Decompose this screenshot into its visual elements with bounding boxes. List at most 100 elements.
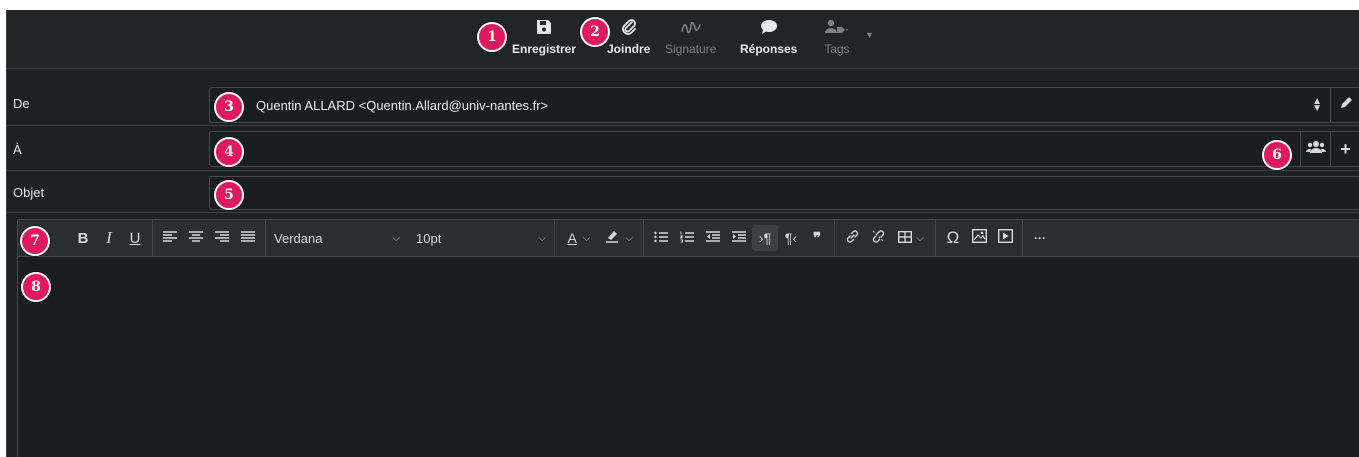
align-group	[153, 220, 266, 256]
callout-marker-7: 7	[20, 226, 50, 256]
align-left-button[interactable]	[157, 225, 183, 251]
highlighter-icon	[605, 229, 619, 247]
special-char-button[interactable]: Ω	[940, 225, 966, 251]
align-justify-button[interactable]	[235, 225, 261, 251]
callout-marker-6: 6	[1262, 140, 1292, 170]
signature-button[interactable]: Signature	[665, 16, 716, 64]
insert-link-button[interactable]	[839, 225, 865, 251]
ltr-direction-icon: ›¶	[758, 230, 772, 246]
font-family-select[interactable]: Verdana ⌵	[266, 225, 408, 251]
compose-toolbar: Enregistrer Joindre Signature Réponses T…	[7, 10, 1359, 69]
blockquote-button[interactable]: ❞	[804, 225, 830, 251]
tags-dropdown-chevron-icon[interactable]: ▼	[865, 30, 874, 40]
font-family-value: Verdana	[274, 230, 323, 246]
to-label: À	[13, 142, 22, 157]
highlight-color-button[interactable]: ⌵	[599, 225, 639, 251]
select-arrows-icon: ▲ ▼	[1312, 96, 1322, 114]
attach-button[interactable]: Joindre	[607, 16, 650, 64]
tags-button[interactable]: Tags	[824, 16, 850, 64]
floppy-disk-icon	[536, 16, 552, 38]
text-color-button[interactable]: A ⌵	[559, 225, 599, 251]
insert-group: Ω	[936, 220, 1023, 256]
callout-marker-5: 5	[214, 180, 244, 210]
more-group: ···	[1023, 220, 1057, 256]
insert-media-button[interactable]	[992, 225, 1018, 251]
numbered-list-button[interactable]	[674, 225, 700, 251]
indent-button[interactable]	[726, 225, 752, 251]
responses-button[interactable]: Réponses	[740, 16, 797, 64]
user-tag-icon	[824, 16, 850, 38]
speech-bubble-icon	[760, 16, 778, 38]
chevron-down-icon: ⌵	[916, 232, 924, 244]
from-value: Quentin ALLARD <Quentin.Allard@univ-nant…	[256, 98, 549, 113]
text-color-icon: A	[567, 230, 577, 246]
callout-marker-1: 1	[477, 22, 507, 52]
align-right-icon	[215, 230, 229, 247]
plus-icon: +	[1340, 138, 1351, 159]
callout-marker-8: 8	[21, 272, 51, 302]
subject-row: Objet	[7, 171, 1359, 213]
align-left-icon	[163, 230, 177, 247]
chevron-down-icon: ⌵	[582, 232, 591, 244]
image-icon	[971, 228, 987, 247]
chevron-down-icon: ⌵	[538, 232, 546, 244]
underline-button[interactable]: U	[122, 225, 148, 251]
address-book-button[interactable]	[1300, 132, 1330, 166]
bullet-list-button[interactable]	[648, 225, 674, 251]
editor-toolbar: B I U Verdana ⌵ 10pt ⌵ A ⌵ ⌵ ›¶ ¶‹ ❞ ⌵ Ω…	[17, 219, 1359, 256]
outdent-icon	[706, 230, 720, 247]
chevron-down-icon: ⌵	[625, 232, 633, 244]
link-group: ⌵	[835, 220, 936, 256]
tags-label: Tags	[824, 42, 850, 56]
table-icon	[898, 230, 913, 247]
add-header-button[interactable]: +	[1330, 132, 1359, 166]
pencil-icon	[1339, 96, 1353, 115]
callout-marker-4: 4	[214, 137, 244, 167]
font-group: Verdana ⌵ 10pt ⌵	[266, 220, 555, 256]
unlink-icon	[871, 229, 886, 248]
to-row: À +	[7, 126, 1359, 171]
subject-label: Objet	[13, 185, 45, 200]
numbered-list-icon	[679, 230, 694, 247]
align-center-button[interactable]	[183, 225, 209, 251]
signature-label: Signature	[665, 42, 717, 56]
from-select[interactable]: Quentin ALLARD <Quentin.Allard@univ-nant…	[209, 87, 1359, 123]
remove-link-button[interactable]	[865, 225, 891, 251]
rtl-direction-icon: ¶‹	[784, 230, 798, 246]
insert-image-button[interactable]	[966, 225, 992, 251]
save-label: Enregistrer	[512, 42, 577, 56]
signature-icon	[680, 16, 701, 38]
compose-window: Enregistrer Joindre Signature Réponses T…	[6, 10, 1359, 457]
edit-identity-button[interactable]	[1330, 88, 1359, 122]
indent-icon	[732, 230, 746, 247]
ltr-direction-button[interactable]: ›¶	[752, 225, 778, 251]
subject-input[interactable]	[209, 176, 1359, 210]
outdent-button[interactable]	[700, 225, 726, 251]
italic-button[interactable]: I	[96, 225, 122, 251]
insert-table-button[interactable]: ⌵	[891, 225, 931, 251]
to-input[interactable]: +	[209, 131, 1359, 167]
from-row: De Quentin ALLARD <Quentin.Allard@univ-n…	[7, 79, 1359, 126]
paperclip-icon	[621, 16, 637, 38]
from-label: De	[13, 96, 30, 111]
users-icon	[1305, 140, 1326, 159]
callout-marker-2: 2	[580, 17, 610, 47]
font-size-select[interactable]: 10pt ⌵	[408, 225, 554, 251]
message-body-editor[interactable]	[17, 256, 1359, 457]
save-button[interactable]: Enregistrer	[512, 16, 576, 64]
color-group: A ⌵ ⌵	[555, 220, 644, 256]
align-right-button[interactable]	[209, 225, 235, 251]
more-button[interactable]: ···	[1027, 225, 1053, 251]
bold-button[interactable]: B	[70, 225, 96, 251]
bullet-list-icon	[654, 230, 668, 247]
list-group: ›¶ ¶‹ ❞	[644, 220, 835, 256]
chevron-down-icon: ⌵	[392, 232, 400, 244]
callout-marker-3: 3	[214, 92, 244, 122]
responses-label: Réponses	[740, 42, 798, 56]
link-icon	[845, 229, 860, 248]
align-justify-icon	[241, 230, 255, 247]
attach-label: Joindre	[607, 42, 651, 56]
rtl-direction-button[interactable]: ¶‹	[778, 225, 804, 251]
font-size-value: 10pt	[416, 230, 442, 246]
media-play-icon	[997, 228, 1013, 247]
